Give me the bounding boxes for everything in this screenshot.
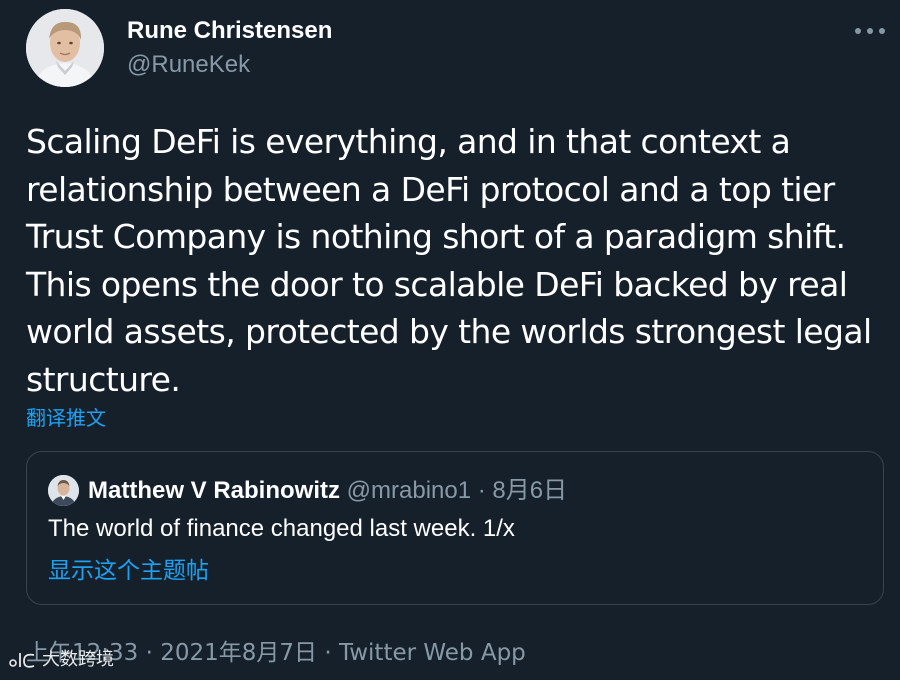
profile-photo-icon (26, 9, 104, 87)
watermark-text: 大数跨境 (42, 649, 114, 670)
tweet-source[interactable]: Twitter Web App (339, 640, 526, 666)
quoted-separator: · (471, 477, 493, 504)
tweet-text: Scaling DeFi is everything, and in that … (26, 122, 872, 399)
more-button[interactable] (848, 16, 892, 46)
show-thread-link[interactable]: 显示这个主题帖 (48, 555, 209, 587)
quoted-author-handle[interactable]: @mrabino1 (347, 477, 471, 504)
tweet-date[interactable]: 2021年8月7日 (160, 640, 317, 666)
author-display-name[interactable]: Rune Christensen (127, 16, 332, 46)
quoted-tweet-text: The world of finance changed last week. … (48, 515, 515, 542)
tweet-detail: Rune Christensen @RuneKek Scaling DeFi i… (0, 0, 900, 680)
quoted-profile-photo-icon (48, 475, 79, 506)
quoted-tweet-card[interactable]: Matthew V Rabinowitz @mrabino1 · 8月6日 Th… (26, 451, 884, 605)
watermark: 大数跨境 (8, 648, 114, 672)
quoted-tweet-header: Matthew V Rabinowitz @mrabino1 · 8月6日 (88, 476, 567, 506)
quoted-tweet-date[interactable]: 8月6日 (492, 477, 567, 504)
translate-tweet-link[interactable]: 翻译推文 (26, 404, 106, 432)
author-avatar[interactable] (26, 9, 104, 87)
meta-separator: · (138, 640, 161, 666)
author-handle[interactable]: @RuneKek (127, 50, 250, 80)
quoted-author-avatar[interactable] (48, 475, 79, 506)
watermark-logo-icon (9, 653, 35, 668)
quoted-author-name[interactable]: Matthew V Rabinowitz (88, 477, 340, 504)
more-dots-icon (855, 28, 885, 34)
meta-separator: · (317, 640, 339, 666)
